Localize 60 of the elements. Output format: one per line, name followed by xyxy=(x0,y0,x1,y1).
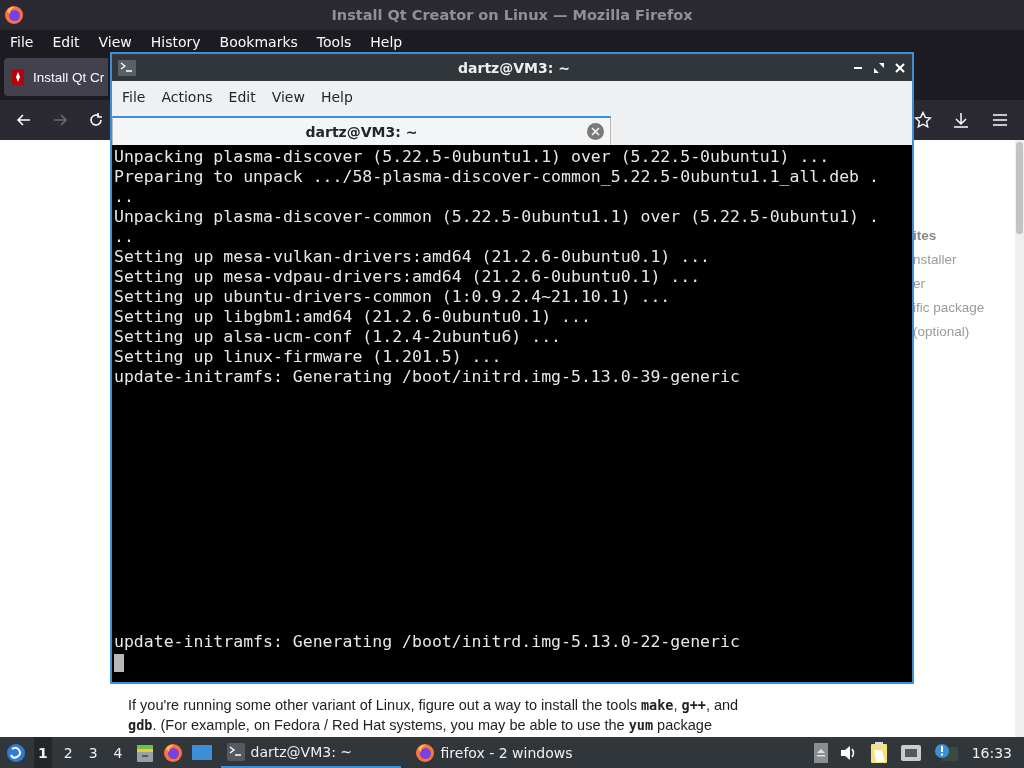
menu-item[interactable]: View xyxy=(265,89,311,105)
favicon-icon xyxy=(11,69,25,85)
star-icon[interactable] xyxy=(914,111,932,129)
output-line: Preparing to unpack .../58-plasma-discover-common_5.22.5-0ubuntu1.1_all.deb . xyxy=(114,167,879,187)
terminal-icon xyxy=(226,742,245,761)
menu-item[interactable]: View xyxy=(92,34,140,50)
menu-item[interactable]: Edit xyxy=(222,89,262,105)
workspace-button[interactable]: 2 xyxy=(59,737,77,768)
menu-item[interactable]: Help xyxy=(314,89,359,105)
menu-item[interactable]: History xyxy=(144,34,209,50)
output-line: update-initramfs: Generating /boot/initrd.img-5.13.0-22-generic xyxy=(114,632,740,652)
output-line: .. xyxy=(114,227,134,247)
paragraph: If you're running some other variant of Linux, figure out a way to install the tools make, g++, and gdb. (For example, on Fedora / Red Hat systems, you may be able to use the yum package xyxy=(128,696,740,735)
output-line: update-initramfs: Generating /boot/initrd.img-5.13.0-39-generic xyxy=(114,367,740,387)
output-line: Setting up libgbm1:amd64 (21.2.6-0ubuntu0.1) ... xyxy=(114,307,591,327)
clock[interactable]: 16:33 xyxy=(971,744,1012,761)
browser-tab[interactable]: Install Qt Cr xyxy=(4,58,108,96)
workspace-button[interactable]: 4 xyxy=(109,737,127,768)
workspace-button[interactable]: 3 xyxy=(84,737,102,768)
eject-icon[interactable] xyxy=(813,742,828,763)
window-title: Install Qt Creator on Linux — Mozilla Firefox xyxy=(331,7,693,23)
output-line: Setting up alsa-ucm-conf (1.2.4-2ubuntu6) ... xyxy=(114,327,562,347)
output-line: .. xyxy=(114,187,134,207)
forward-icon[interactable] xyxy=(52,112,68,128)
firefox-icon xyxy=(4,5,24,25)
terminal-icon xyxy=(118,59,136,76)
taskbar-task[interactable]: dartz@VM3: ~ xyxy=(220,737,401,768)
window-title: dartz@VM3: ~ xyxy=(457,59,571,76)
menu-item[interactable]: File xyxy=(116,89,152,105)
maximize-icon[interactable] xyxy=(873,61,885,74)
firefox-icon xyxy=(414,742,435,763)
output-line: Setting up linux-firmware (1.201.5) ... xyxy=(114,347,502,367)
close-icon[interactable] xyxy=(894,61,906,74)
start-menu-icon[interactable] xyxy=(6,742,26,763)
menu-item[interactable]: File xyxy=(4,34,42,50)
menu-item[interactable]: Bookmarks xyxy=(213,34,306,50)
scrollbar[interactable] xyxy=(1015,140,1024,737)
reload-icon[interactable] xyxy=(88,112,104,128)
notification-icon[interactable] xyxy=(933,742,958,763)
output-line: Unpacking plasma-discover-common (5.22.5-0ubuntu1.1) over (5.22.5-0ubuntu1) . xyxy=(114,207,879,227)
output-line: Setting up mesa-vdpau-drivers:amd64 (21.2.6-0ubuntu0.1) ... xyxy=(114,267,701,287)
text-cursor xyxy=(114,654,124,672)
terminal-tab[interactable]: dartz@VM3: ~ xyxy=(112,116,611,145)
download-icon[interactable] xyxy=(952,111,970,129)
menu-item[interactable]: Actions xyxy=(155,89,219,105)
menu-item[interactable]: Help xyxy=(364,34,411,50)
file-cabinet-icon[interactable] xyxy=(134,742,155,763)
menu-item[interactable]: Tools xyxy=(310,34,360,50)
output-line: Unpacking plasma-discover (5.22.5-0ubuntu1.1) over (5.22.5-0ubuntu1) ... xyxy=(114,147,830,167)
menu-item[interactable]: Edit xyxy=(46,34,88,50)
window-icon[interactable] xyxy=(190,743,213,762)
back-icon[interactable] xyxy=(16,112,32,128)
sidebar-heading: ites xyxy=(913,227,937,245)
workspace-button[interactable]: 1 xyxy=(34,737,52,768)
output-line: Setting up mesa-vulkan-drivers:amd64 (21.2.6-0ubuntu0.1) ... xyxy=(114,247,711,267)
firefox-icon[interactable] xyxy=(162,742,183,763)
taskbar-task[interactable]: firefox - 2 windows xyxy=(408,737,589,768)
clipboard-icon[interactable] xyxy=(869,741,888,764)
menu-icon[interactable] xyxy=(992,113,1008,127)
output-line: Setting up ubuntu-drivers-common (1:0.9.2.4~21.10.1) ... xyxy=(114,287,671,307)
